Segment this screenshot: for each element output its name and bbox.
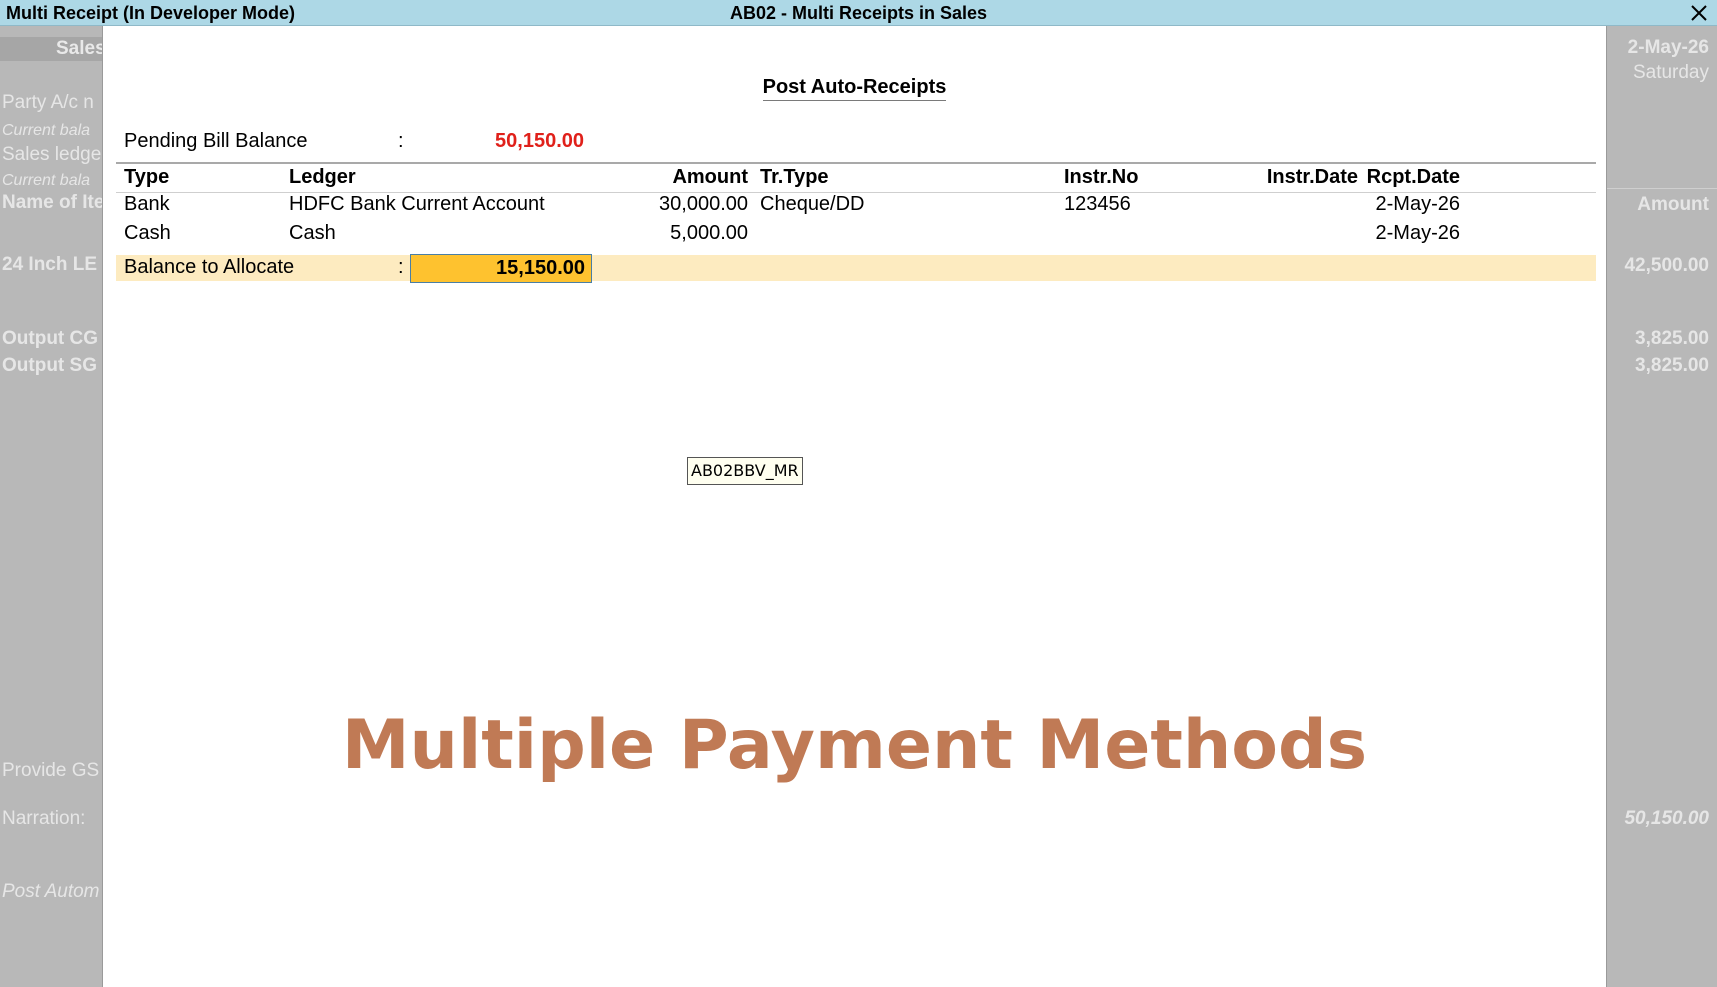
pending-bill-value: 50,150.00 [495, 130, 584, 152]
row-ledger: HDFC Bank Current Account [289, 193, 545, 215]
column-header-amount: Amount [672, 166, 748, 188]
background-output-cgst: Output CG [2, 328, 99, 349]
pending-bill-label: Pending Bill Balance [124, 130, 308, 152]
window-title: Multi Receipt (In Developer Mode) [6, 3, 296, 23]
background-item-row: 24 Inch LE [2, 254, 98, 275]
overlay-caption: Multiple Payment Methods [341, 706, 1368, 785]
row-rcpt-date: 2-May-26 [1375, 193, 1460, 215]
developer-mode-tag: AB02BBV_MR [687, 457, 803, 485]
balance-label: Balance to Allocate [124, 256, 295, 278]
background-sgst-amount: 3,825.00 [1635, 355, 1709, 376]
background-day: Saturday [1632, 62, 1709, 83]
close-icon[interactable] [1687, 0, 1711, 26]
title-bar: Multi Receipt (In Developer Mode) AB02 -… [0, 0, 1717, 26]
row-type: Bank [124, 193, 170, 215]
background-total: 50,150.00 [1624, 808, 1709, 829]
row-tr-type: Cheque/DD [760, 193, 865, 215]
background-amount-header: Amount [1637, 194, 1709, 215]
background-name-of-item: Name of Ite [2, 192, 102, 213]
row-ledger: Cash [289, 222, 336, 244]
background-sales-header: Sales [0, 37, 102, 61]
background-narration: Narration: [2, 808, 86, 829]
table-top-border [116, 162, 1596, 164]
background-item-amount: 42,500.00 [1624, 255, 1709, 276]
post-auto-receipts-panel: Post Auto-Receipts Pending Bill Balance … [102, 26, 1607, 987]
background-current-balance: Current bala [2, 122, 91, 139]
row-instr-no: 123456 [1064, 193, 1131, 215]
background-party-label: Party A/c n [2, 92, 94, 113]
background-cgst-amount: 3,825.00 [1635, 328, 1709, 349]
background-divider [1607, 188, 1717, 189]
background-current-balance: Current bala [2, 172, 91, 189]
background-provide-gst: Provide GS [2, 760, 100, 781]
background-post-auto: Post Autom [2, 881, 100, 902]
column-header-type: Type [124, 166, 170, 188]
row-amount: 30,000.00 [659, 193, 748, 215]
column-header-tr-type: Tr.Type [760, 166, 829, 188]
column-header-instr-date: Instr.Date [1266, 166, 1358, 188]
balance-to-allocate-field[interactable]: 15,150.00 [410, 254, 592, 283]
row-amount: 5,000.00 [670, 222, 748, 244]
background-output-sgst: Output SG [2, 355, 97, 376]
background-date: 2-May-26 [1627, 37, 1709, 58]
background-voucher-right: 2-May-26 Saturday Amount 42,500.00 3,825… [1607, 26, 1717, 987]
row-type: Cash [124, 222, 171, 244]
panel-title: Post Auto-Receipts [103, 76, 1606, 101]
background-voucher-left: Sales Party A/c n Current bala Sales led… [0, 26, 102, 987]
column-header-ledger: Ledger [289, 166, 356, 188]
column-header-instr-no: Instr.No [1064, 166, 1139, 188]
balance-row [116, 255, 1596, 281]
column-header-rcpt-date: Rcpt.Date [1366, 166, 1460, 188]
row-rcpt-date: 2-May-26 [1375, 222, 1460, 244]
balance-colon: : [398, 256, 404, 278]
background-sales-ledger: Sales ledge [2, 144, 102, 165]
